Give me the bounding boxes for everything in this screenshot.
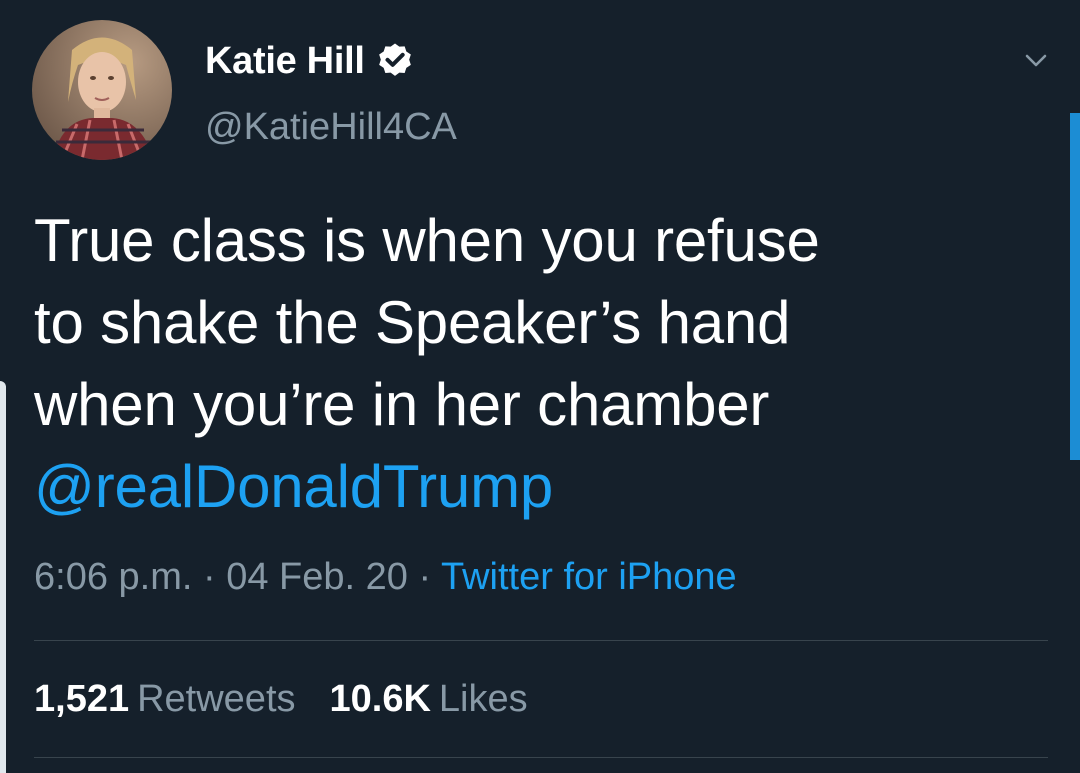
tweet-source-link[interactable]: Twitter for iPhone — [441, 556, 737, 598]
meta-separator: · — [407, 556, 441, 598]
user-handle[interactable]: @KatieHill4CA — [205, 106, 457, 149]
retweets-count: 1,521 — [34, 678, 130, 720]
tweet-text-line: when you’re in her chamber — [34, 371, 770, 438]
divider — [34, 640, 1048, 641]
retweets-stat[interactable]: 1,521 Retweets — [34, 678, 296, 721]
tweet-text: True class is when you refuse to shake t… — [34, 200, 1024, 528]
tweet-detail-view: Katie Hill @KatieHill4CA True class is w… — [0, 0, 1080, 773]
chevron-down-icon[interactable] — [1022, 46, 1050, 74]
tweet-stats: 1,521 Retweets 10.6K Likes — [34, 678, 562, 721]
tweet-time: 6:06 p.m. — [34, 556, 193, 598]
likes-label: Likes — [438, 678, 528, 720]
scrollbar[interactable] — [1070, 113, 1080, 460]
tweet-text-line: to shake the Speaker’s hand — [34, 289, 791, 356]
avatar[interactable] — [32, 20, 172, 160]
left-edge-panel — [0, 381, 6, 773]
author-name-row[interactable]: Katie Hill — [205, 38, 415, 84]
tweet-date: 04 Feb. 20 — [226, 556, 408, 598]
mention-link[interactable]: @realDonaldTrump — [34, 446, 1024, 528]
likes-stat[interactable]: 10.6K Likes — [330, 678, 528, 721]
meta-separator: · — [192, 556, 227, 598]
divider — [34, 757, 1048, 758]
likes-count: 10.6K — [329, 678, 431, 720]
verified-badge-icon — [375, 41, 415, 81]
avatar-photo — [32, 20, 172, 160]
tweet-text-line: True class is when you refuse — [34, 207, 820, 274]
display-name[interactable]: Katie Hill — [205, 40, 365, 83]
tweet-metadata: 6:06 p.m. · 04 Feb. 20 · Twitter for iPh… — [34, 556, 737, 599]
retweets-label: Retweets — [137, 678, 296, 720]
